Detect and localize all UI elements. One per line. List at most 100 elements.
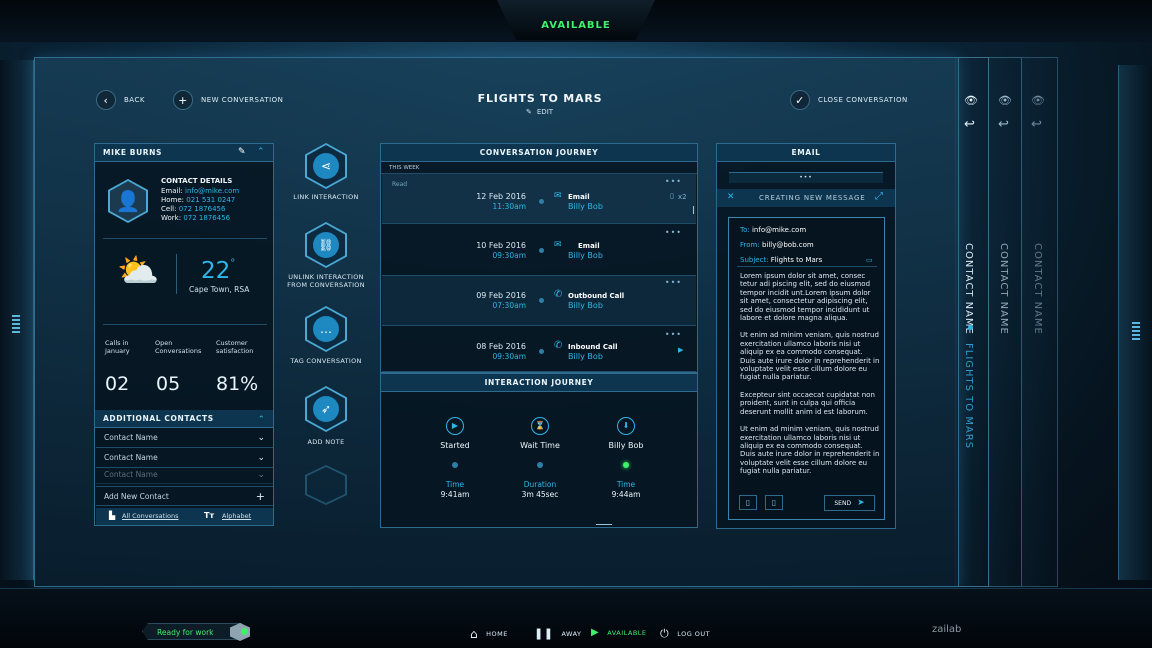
work-label: Work: bbox=[161, 214, 182, 222]
work-value[interactable]: 072 1876456 bbox=[183, 214, 230, 222]
contact-card-header: MIKE BURNS bbox=[95, 144, 273, 162]
body-paragraph: Lorem ipsum dolor sit amet, consec tetur… bbox=[740, 272, 871, 323]
contact-name: MIKE BURNS bbox=[103, 148, 163, 157]
eye-icon[interactable]: 👁 bbox=[964, 94, 978, 107]
link-interaction-button[interactable]: ⋖ bbox=[305, 143, 347, 189]
stat-label: Customer satisfaction bbox=[216, 339, 254, 355]
send-label: SEND bbox=[834, 499, 852, 507]
add-note-button[interactable]: ➶ bbox=[305, 386, 347, 432]
conversation-type: Email bbox=[568, 193, 590, 201]
power-icon: ⏻ bbox=[660, 627, 670, 640]
timeline-dot-active bbox=[623, 462, 629, 468]
scrollbar[interactable] bbox=[693, 206, 694, 214]
new-conversation-button[interactable]: + NEW CONVERSATION bbox=[173, 90, 283, 110]
tag-conversation-button[interactable]: … bbox=[305, 306, 347, 352]
hex-frame: … bbox=[305, 306, 347, 352]
action-label: LINK INTERACTION bbox=[293, 193, 359, 201]
email-value[interactable]: info@mike.com bbox=[185, 187, 239, 195]
additional-contacts-header[interactable]: ADDITIONAL CONTACTS ⌃ bbox=[95, 410, 273, 428]
chevron-up-icon[interactable]: ⌃ bbox=[257, 147, 265, 157]
return-icon[interactable]: ↩ bbox=[1031, 117, 1042, 132]
journey-meta-label: Time bbox=[445, 480, 465, 489]
ready-status-pill[interactable]: Ready for work bbox=[142, 623, 242, 640]
from-field[interactable]: From: billy@bob.com bbox=[740, 241, 814, 249]
side-card-2-name: CONTACT NAME bbox=[998, 243, 1009, 335]
contact-row[interactable]: Contact Name ⌄ bbox=[96, 428, 273, 448]
conversation-date: 08 Feb 2016 bbox=[476, 342, 526, 351]
nav-available[interactable]: ▶ AVAILABLE bbox=[591, 627, 647, 638]
eye-icon[interactable]: 👁 bbox=[998, 94, 1012, 107]
status-label: AVAILABLE bbox=[541, 20, 611, 31]
more-options-icon[interactable]: ••• bbox=[665, 278, 682, 287]
conversation-row[interactable]: 10 Feb 2016 09:30am ✉ Email Billy Bob ••… bbox=[382, 226, 696, 276]
nav-away[interactable]: ❚❚ AWAY bbox=[534, 627, 582, 640]
unlink-interaction-button[interactable]: ⛓ bbox=[305, 222, 347, 268]
all-conversations-link[interactable]: All Conversations bbox=[122, 512, 179, 520]
nav-logout[interactable]: ⏻ LOG OUT bbox=[660, 627, 710, 641]
play-icon: ▶ bbox=[591, 627, 600, 638]
home-icon: ⌂ bbox=[470, 627, 479, 641]
phone-outbound-icon: ✆ bbox=[554, 289, 563, 300]
scroll-indicator[interactable] bbox=[596, 524, 612, 525]
journey-step: ⌛ Wait Time Duration 3m 45sec bbox=[500, 417, 580, 499]
more-options-icon[interactable]: ••• bbox=[665, 330, 682, 339]
conversation-type: Outbound Call bbox=[568, 292, 625, 300]
home-label: Home: bbox=[161, 196, 185, 204]
hex-frame: ➶ bbox=[305, 386, 347, 432]
conversation-row[interactable]: Read 12 Feb 2016 11:30am ✉ Email Billy B… bbox=[382, 174, 696, 224]
hex-inner: ➶ bbox=[307, 388, 345, 430]
conversation-row[interactable]: 09 Feb 2016 07:30am ✆ Outbound Call Bill… bbox=[382, 276, 696, 326]
cell-label: Cell: bbox=[161, 205, 177, 213]
edit-button[interactable]: ✎ EDIT bbox=[526, 108, 553, 116]
return-icon[interactable]: ↩ bbox=[964, 117, 975, 132]
font-icon: Tт bbox=[204, 511, 215, 520]
timeline-dot bbox=[539, 248, 544, 253]
conversation-date: 09 Feb 2016 bbox=[476, 291, 526, 300]
share-icon: ⋖ bbox=[313, 153, 339, 179]
right-drag-handle[interactable] bbox=[1132, 322, 1140, 340]
compose-header: ✕ CREATING NEW MESSAGE ⤢ bbox=[717, 189, 895, 207]
to-field[interactable]: To: info@mike.com bbox=[740, 226, 806, 234]
contact-details: Email: info@mike.com Home: 021 531 0247 … bbox=[161, 187, 239, 223]
conversation-date: 10 Feb 2016 bbox=[476, 241, 526, 250]
contact-row[interactable]: Contact Name ⌄ bbox=[96, 448, 273, 468]
left-drag-handle[interactable] bbox=[12, 315, 20, 333]
empty-action-slot bbox=[305, 465, 347, 505]
timeline-dot bbox=[539, 349, 544, 354]
tag-icon[interactable]: ▭ bbox=[866, 256, 873, 264]
message-body[interactable]: Lorem ipsum dolor sit amet, consec tetur… bbox=[740, 272, 880, 485]
home-value[interactable]: 021 531 0247 bbox=[186, 196, 235, 204]
download-icon: ⬇ bbox=[617, 417, 635, 435]
contact-row[interactable]: Contact Name ⌄ bbox=[96, 468, 273, 484]
side-card-1-name: CONTACT NAME bbox=[963, 243, 974, 335]
more-options-icon[interactable]: ••• bbox=[665, 228, 682, 237]
side-card-1-subtitle: FLIGHTS TO MARS bbox=[963, 343, 974, 450]
body-paragraph: Ut enim ad minim veniam, quis nostrud ex… bbox=[740, 331, 880, 382]
read-label: Read bbox=[392, 181, 408, 188]
hex-inner: ⛓ bbox=[307, 224, 345, 266]
chevron-down-icon: ⌄ bbox=[257, 453, 265, 463]
close-conversation-button[interactable]: ✓ CLOSE CONVERSATION bbox=[790, 90, 908, 110]
to-label: To: bbox=[740, 226, 750, 234]
eye-icon[interactable]: 👁 bbox=[1031, 94, 1045, 107]
send-button[interactable]: SEND ➤ bbox=[824, 495, 875, 511]
attach-icon[interactable]: ▯ bbox=[739, 495, 757, 510]
return-icon[interactable]: ↩ bbox=[998, 117, 1009, 132]
collapsed-message-tab[interactable]: ••• bbox=[729, 172, 883, 183]
alphabet-link[interactable]: Alphabet bbox=[222, 512, 251, 520]
expand-icon[interactable]: ⤢ bbox=[875, 191, 883, 202]
conversation-row[interactable]: 08 Feb 2016 09:30am ✆ Inbound Call Billy… bbox=[382, 328, 696, 372]
cell-value[interactable]: 072 1876456 bbox=[179, 205, 226, 213]
plus-icon: + bbox=[173, 90, 193, 110]
temperature-value: 22 bbox=[201, 258, 231, 284]
attach-file-icon[interactable]: ▯ bbox=[765, 495, 783, 510]
pencil-icon[interactable]: ✎ bbox=[238, 147, 246, 157]
back-button[interactable]: ‹ BACK bbox=[96, 90, 145, 110]
add-new-contact-button[interactable]: Add New Contact + bbox=[96, 486, 273, 506]
subject-field[interactable]: Subject: Flights to Mars bbox=[740, 256, 822, 264]
close-icon[interactable]: ✕ bbox=[727, 192, 735, 202]
play-icon[interactable]: ▶ bbox=[678, 346, 683, 354]
journey-step: ⬇ Billy Bob Time 9:44am bbox=[586, 417, 666, 499]
nav-home[interactable]: ⌂ HOME bbox=[470, 627, 508, 641]
more-options-icon[interactable]: ••• bbox=[665, 177, 682, 186]
